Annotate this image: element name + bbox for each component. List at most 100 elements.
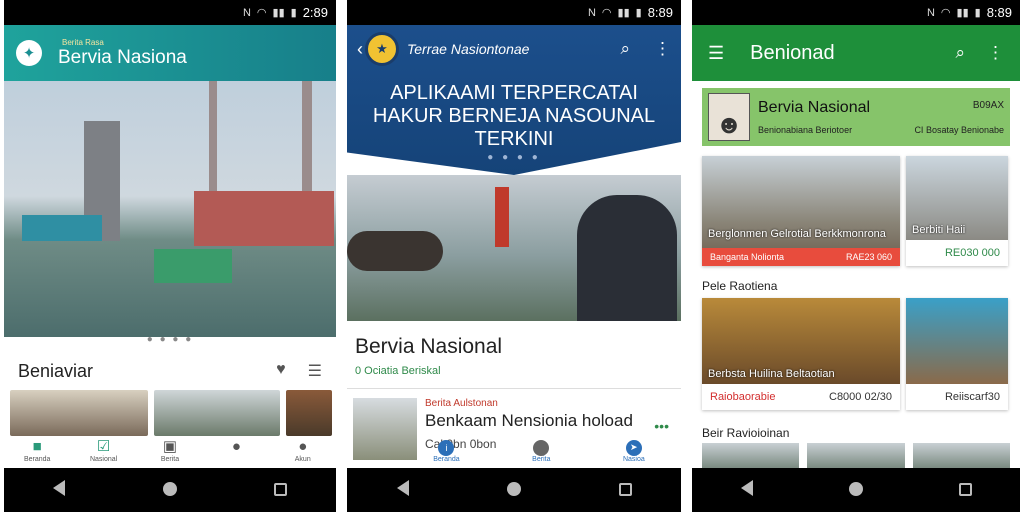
featured-subtitle: Benionabiana Beriotoer [758,125,853,135]
status-time: 8:89 [986,5,1012,20]
carousel-dots[interactable]: ● ● ● ● [4,334,336,345]
card-footer-right: C8000 02/30 [829,391,892,403]
more-vert-icon[interactable]: ⋮ [654,39,671,59]
home-button[interactable] [494,480,534,501]
nav-news[interactable]: ▣ Berita [145,438,195,463]
signal-icon: ▮▮ [272,7,285,19]
carousel-dots[interactable]: ● ● ● ● [347,152,681,163]
section-header: Beniaviar ♥ ☰ [18,356,322,386]
news-thumbnail[interactable] [807,443,905,468]
featured-code: B09AX [972,99,1004,111]
nav-chat[interactable]: Berita [532,439,550,463]
person-icon: ● [298,438,308,455]
recents-icon [274,482,288,496]
news-card[interactable]: Bervia Nasional 0 Ociatia Beriskal [347,325,681,385]
app-bar: ‹ ★ Terrae Nasiontonae ⌕ ⋮ [347,25,681,73]
phone-screen-2: N ◠ ▮▮ ▮ 8:89 ‹ ★ Terrae Nasiontonae ⌕ ⋮… [347,0,681,512]
home-circle-icon [162,481,177,496]
news-thumbnail[interactable] [912,443,1010,468]
system-nav-bar [347,468,681,512]
news-thumbnail[interactable] [10,390,148,436]
news-thumbnail[interactable] [154,390,280,436]
home-button[interactable] [150,480,190,501]
section-label: Pele Raotiena [702,279,778,293]
hero-image[interactable]: ● ● ● ● [4,81,336,345]
image-icon: ▣ [162,438,178,455]
signal-icon: ▮▮ [617,7,630,19]
app-title: Terrae Nasiontonae [407,41,530,57]
back-icon [53,479,66,496]
app-bar: ✦ Berita Rasa Bervia Nasiona [4,25,336,81]
card-footer-left: Raiobaorabie [710,391,776,403]
back-button[interactable] [39,479,79,501]
location-icon[interactable]: ♥ [276,361,286,381]
battery-icon: ▮ [635,7,642,19]
back-arrow-icon[interactable]: ‹ [357,39,363,60]
wifi-icon: ◠ [940,7,951,19]
card-caption: Berbiti Haii [912,224,966,236]
recents-icon [618,482,632,496]
hero-image[interactable] [347,175,681,321]
search-icon[interactable]: ⌕ [620,39,630,59]
more-vert-icon[interactable]: ⋮ [987,43,1004,63]
news-card[interactable]: Reiiscarf30 [906,298,1008,410]
building-shape [194,191,334,246]
nav-national[interactable]: ➤ Nasioa [623,439,645,463]
news-thumbnail[interactable] [286,390,332,436]
list-view-icon[interactable]: ☰ [308,361,322,381]
news-thumbnail[interactable] [702,443,800,468]
recents-icon [958,482,972,496]
nav-location[interactable]: ● [211,438,261,456]
nfc-icon: N [242,6,251,19]
search-icon[interactable]: ⌕ [955,43,965,63]
menu-icon[interactable]: ☰ [708,43,724,64]
card-footer: Reiiscarf30 [944,391,1000,403]
back-button[interactable] [383,479,423,501]
compass-icon: ➤ [625,439,642,456]
status-bar: N ◠ ▮▮ ▮ 2:89 [4,0,336,25]
status-bar: N ◠ ▮▮ ▮ 8:89 [347,0,681,25]
recents-button[interactable] [261,480,301,501]
card-footer: RE030 000 [944,247,1000,259]
card-banner: Banganta Nolionta RAE23 060 [702,248,900,266]
tower-shape [209,81,217,191]
back-button[interactable] [727,479,767,501]
home-icon: ■ [32,438,42,455]
featured-card[interactable]: ☻ Bervia Nasional Benionabiana Beriotoer… [702,88,1010,146]
nav-home[interactable]: i Beranda [433,439,460,463]
news-card[interactable]: Berglonmen Gelrotial Berkkmonrona Bangan… [702,156,900,266]
battery-icon: ▮ [974,7,981,19]
back-icon [396,479,409,496]
camera-lens-shape [347,231,443,271]
card-title: Bervia Nasional [355,335,503,358]
flag-shape [495,187,509,247]
list-item-title: Benkaam Nensionia hoload [425,411,633,430]
status-time: 2:89 [302,5,328,20]
system-nav-bar [692,468,1020,512]
app-subtitle: Berita Rasa [62,37,104,47]
nfc-icon: N [926,6,935,19]
person-shape [577,195,677,321]
system-nav-bar [4,468,336,512]
home-button[interactable] [836,480,876,501]
news-card[interactable]: Berbiti Haii RE030 000 [906,156,1008,266]
list-item-source: Berita Aulstonan [425,398,498,409]
nav-home[interactable]: ■ Beranda [12,438,62,463]
nav-account[interactable]: ● Akun [278,438,328,463]
back-icon [740,479,753,496]
news-card[interactable]: Berbsta Huilina Beltaotian Raiobaorabie … [702,298,900,410]
nav-national[interactable]: ☑ Nasional [79,438,129,463]
recents-button[interactable] [945,480,985,501]
wifi-icon: ◠ [256,7,267,19]
boat-shape [154,249,232,283]
nfc-icon: N [587,6,596,19]
divider [347,388,681,389]
section-title: Beniaviar [18,360,94,381]
info-icon: i [438,439,455,456]
seal-logo-icon: ★ [365,32,399,66]
recents-button[interactable] [605,480,645,501]
featured-meta: CI Bosatay Benionabe [914,124,1004,135]
featured-title: Bervia Nasional [758,99,871,116]
more-horiz-icon[interactable]: ••• [654,418,669,434]
status-time: 8:89 [647,5,673,20]
